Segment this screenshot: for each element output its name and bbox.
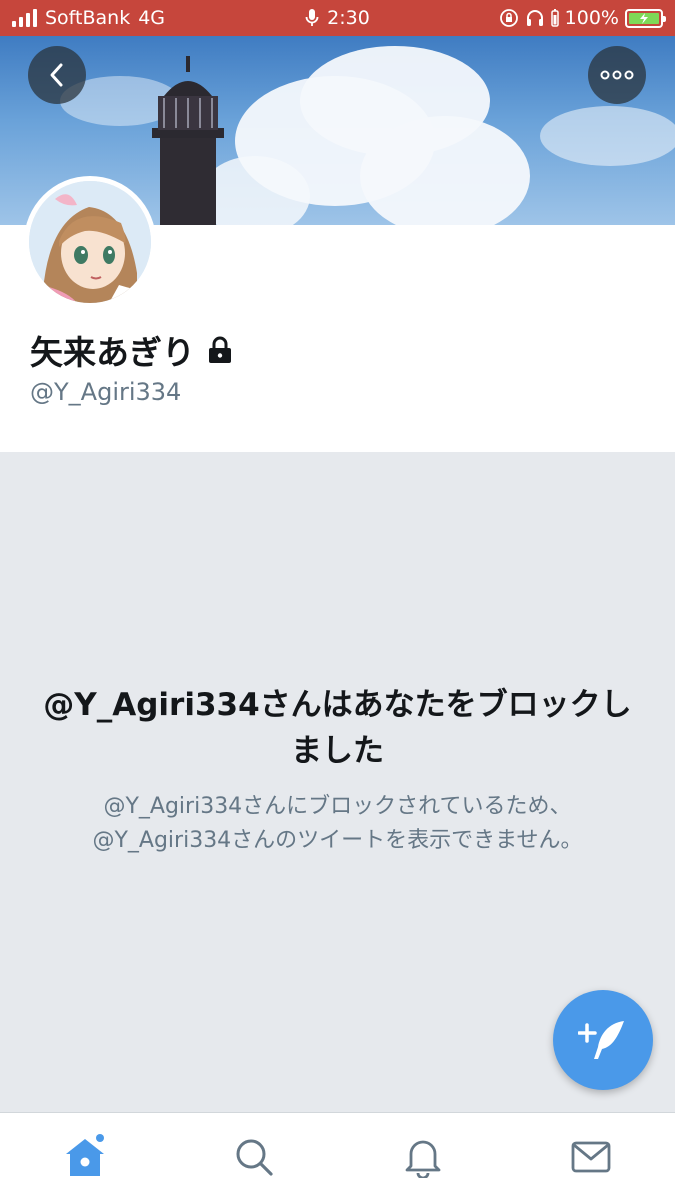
more-horizontal-icon	[600, 70, 634, 80]
lighthouse-image	[152, 56, 224, 225]
headphone-battery-icon	[550, 9, 559, 27]
tab-home[interactable]	[61, 1133, 109, 1181]
anime-character-avatar-image	[29, 181, 151, 303]
blocked-title: @Y_Agiri334さんはあなたをブロックしました	[43, 687, 632, 769]
tab-messages[interactable]	[567, 1133, 615, 1181]
compose-tweet-button[interactable]	[553, 990, 653, 1090]
status-bar-right: 100%	[499, 0, 666, 36]
charging-bolt-icon	[640, 12, 648, 24]
more-options-button[interactable]	[588, 46, 646, 104]
tab-search[interactable]	[230, 1133, 278, 1181]
orientation-lock-icon	[499, 9, 518, 27]
lock-icon	[209, 336, 231, 363]
user-handle: @Y_Agiri334	[30, 378, 182, 406]
tab-notifications[interactable]	[399, 1133, 447, 1181]
profile-name-row: 矢来あぎり	[30, 326, 233, 374]
avatar[interactable]	[24, 176, 156, 308]
banner-cloud	[540, 106, 675, 166]
clock: 2:30	[327, 7, 370, 29]
chevron-left-icon	[50, 63, 63, 87]
home-icon	[66, 1134, 104, 1176]
display-name: 矢来あぎり	[30, 333, 195, 372]
headphones-icon	[526, 10, 543, 26]
status-bar: SoftBank 4G 2:30 100%	[0, 0, 675, 36]
banner-cloud	[360, 116, 530, 225]
back-button[interactable]	[28, 46, 86, 104]
mail-icon	[571, 1141, 611, 1173]
search-icon	[236, 1139, 273, 1176]
avatar-image	[29, 181, 151, 303]
compose-tweet-icon	[578, 1021, 624, 1059]
bell-icon	[405, 1140, 441, 1178]
battery-icon	[625, 8, 666, 28]
microphone-icon	[305, 9, 319, 26]
blocked-description: @Y_Agiri334さんにブロックされているため、@Y_Agiri334さんの…	[92, 794, 583, 853]
battery-percent: 100%	[564, 7, 619, 29]
bottom-tab-bar	[0, 1112, 675, 1200]
